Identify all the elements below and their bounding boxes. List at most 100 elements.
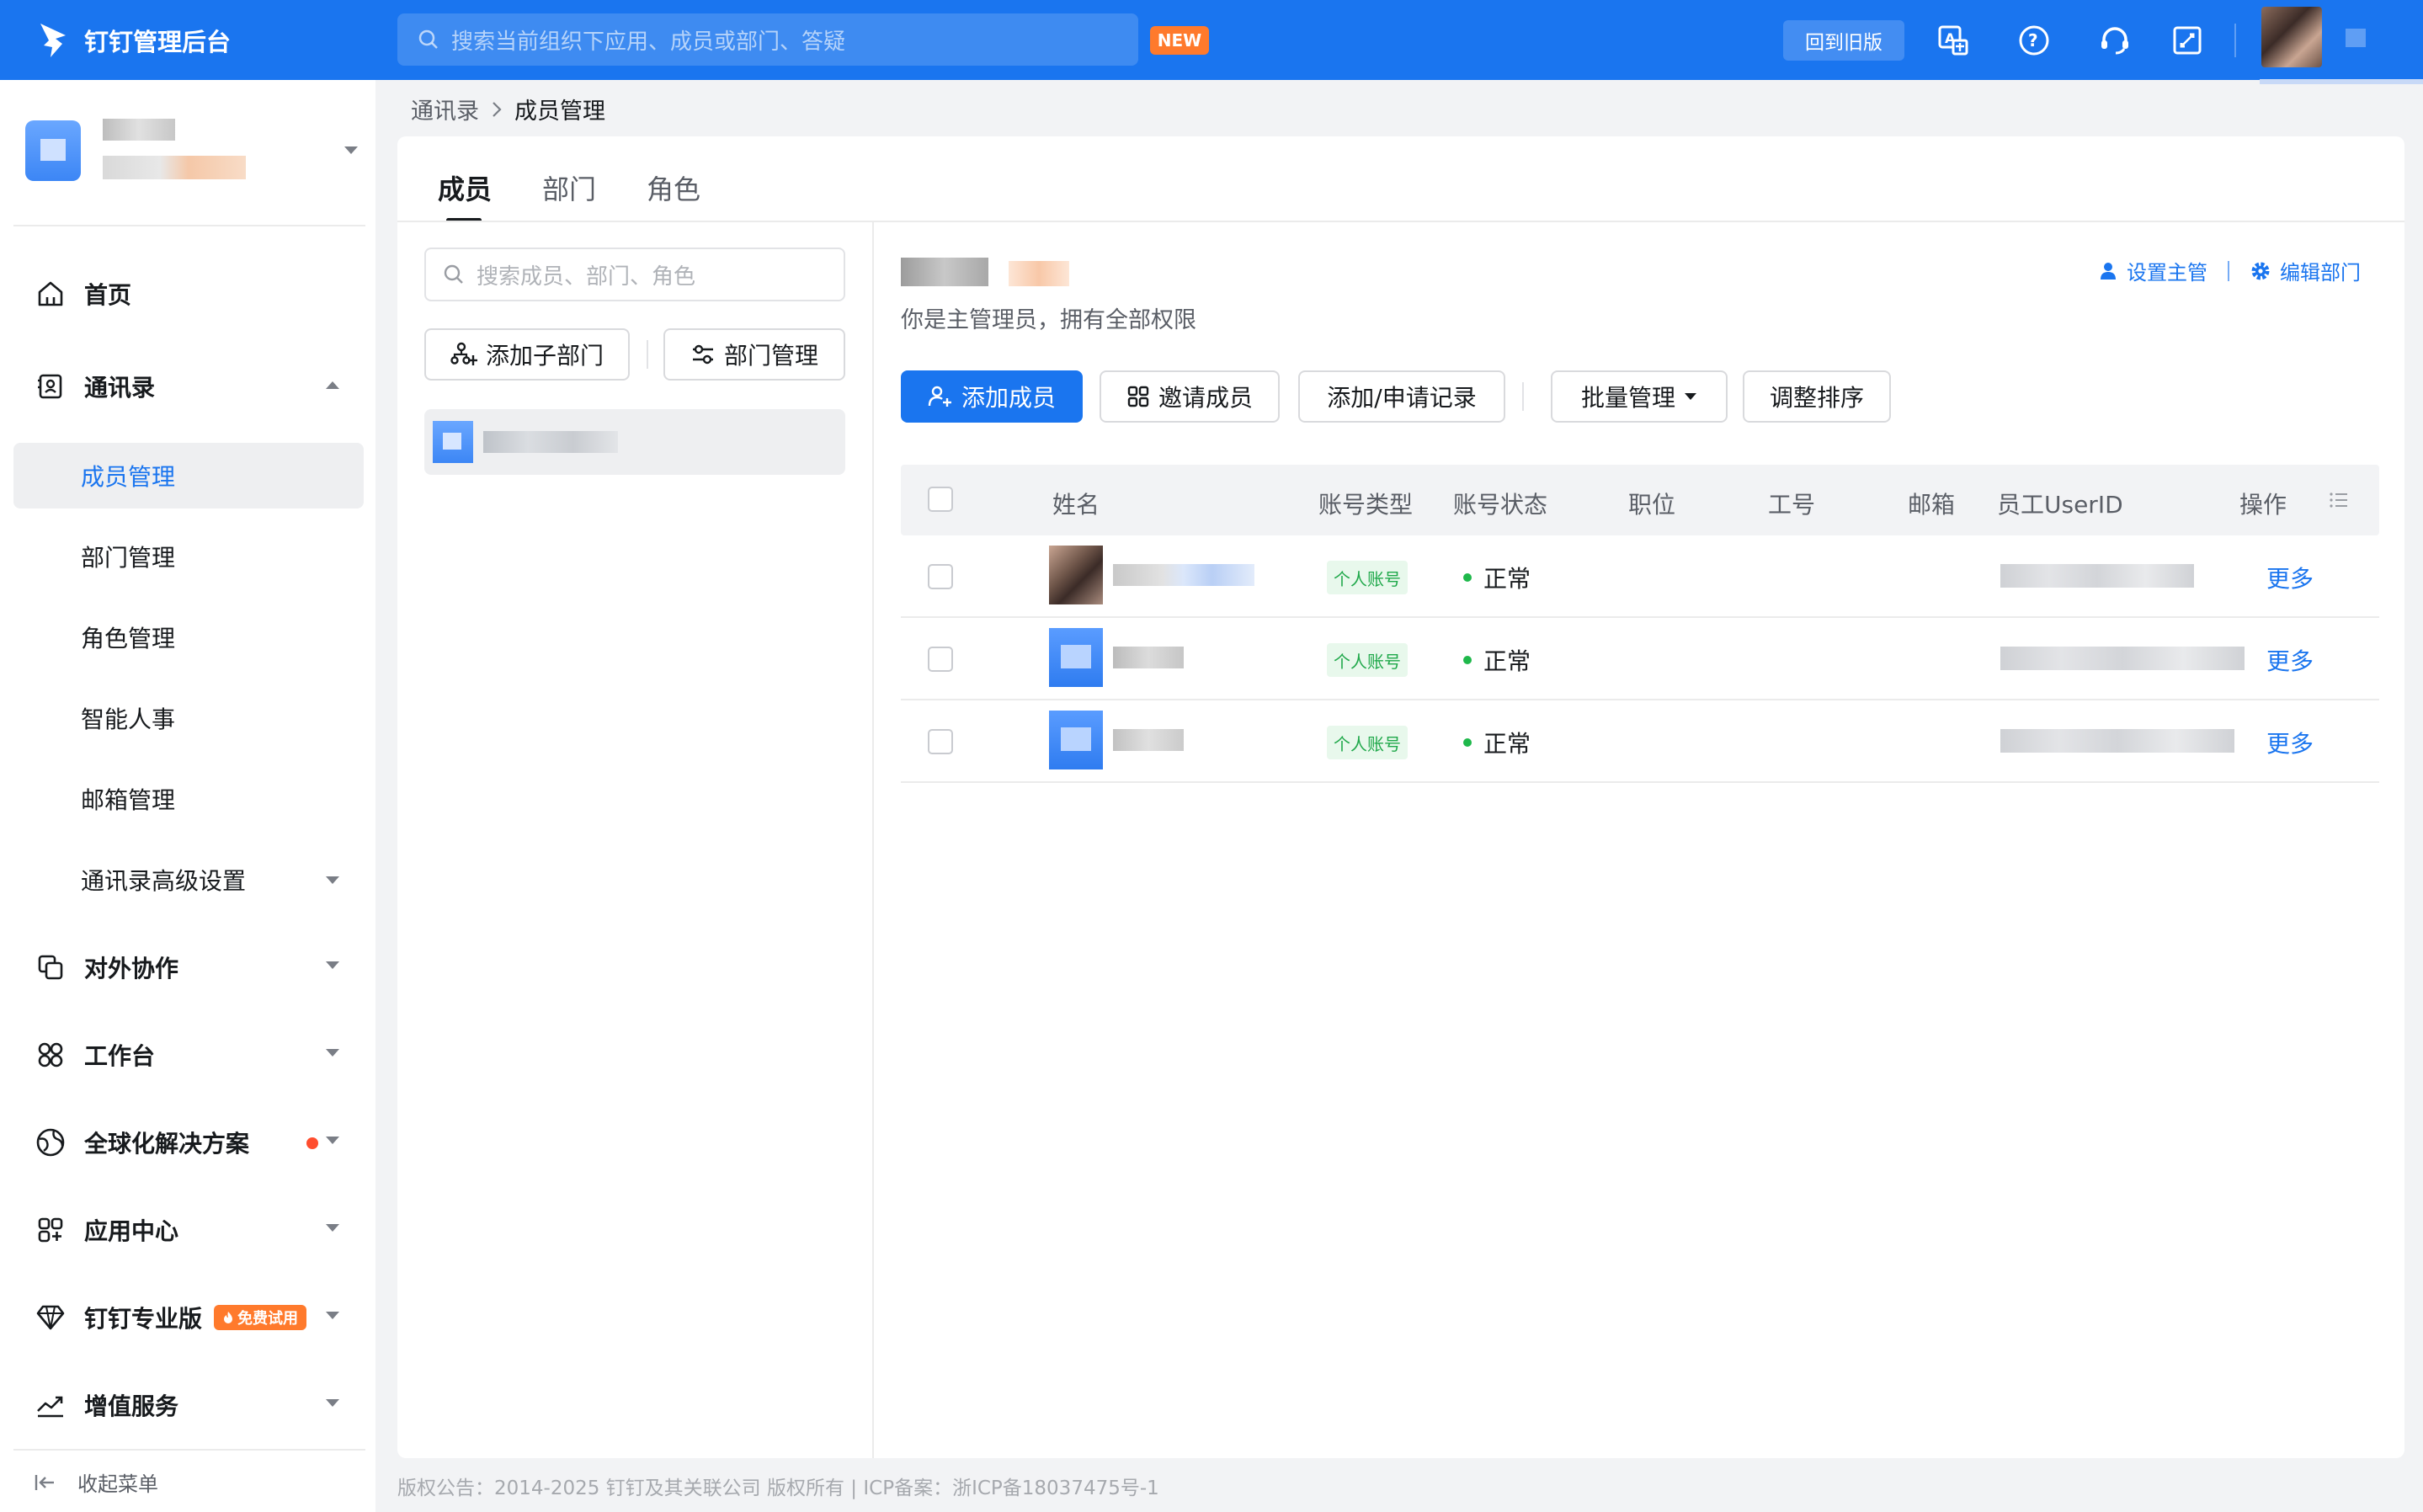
caret-up-icon [326,381,339,389]
top-bar: 钉钉管理后台 搜索当前组织下应用、成员或部门、答疑 NEW 回到旧版 A ? [0,0,2423,84]
sidebar-item-smart-hr[interactable]: 智能人事 [13,685,364,751]
contacts-icon [34,370,67,403]
new-badge: NEW [1150,26,1209,55]
dept-tag-redacted [1009,261,1069,286]
add-member-label: 添加成员 [961,384,1056,412]
fire-icon [224,1312,233,1323]
help-icon[interactable]: ? [2016,22,2053,59]
tree-node-root[interactable] [424,409,845,475]
caret-down-icon [326,1312,339,1319]
column-header-userid[interactable]: 员工UserID [1997,487,2123,520]
tab-departments[interactable]: 部门 [542,160,596,227]
caret-down-icon [326,1399,339,1407]
caret-down-icon [326,1224,339,1232]
dept-manage-button[interactable]: 部门管理 [663,328,845,381]
back-to-old-version-button[interactable]: 回到旧版 [1783,20,1904,61]
global-search-input[interactable]: 搜索当前组织下应用、成员或部门、答疑 [397,13,1138,66]
org-name-redacted [103,119,175,141]
sidebar-item-global-solution[interactable]: 全球化解决方案 [13,1110,364,1174]
edit-dept-link[interactable]: 编辑部门 [2250,256,2361,285]
more-link[interactable]: 更多 [2266,726,2314,759]
table-row[interactable]: 个人账号 正常 更多 [901,700,2379,783]
add-member-button[interactable]: 添加成员 [901,370,1083,423]
sidebar-item-value-added[interactable]: 增值服务 [13,1373,364,1437]
sidebar-item-contacts-advanced[interactable]: 通讯录高级设置 [13,847,364,913]
batch-manage-dropdown[interactable]: 批量管理 [1551,370,1728,423]
app-title: 钉钉管理后台 [84,28,232,56]
org-switcher[interactable] [25,115,362,191]
invite-member-button[interactable]: 邀请成员 [1100,370,1280,423]
sidebar-item-app-center[interactable]: 应用中心 [13,1198,364,1262]
caret-down-icon [1685,393,1696,400]
column-header-position[interactable]: 职位 [1628,487,1675,520]
breadcrumb-parent[interactable]: 通讯录 [411,93,479,125]
dept-name-redacted [483,431,618,453]
sidebar-item-dingtalk-pro[interactable]: 钉钉专业版 免费试用 [13,1286,364,1350]
pane-divider [872,222,874,1458]
brand[interactable]: 钉钉管理后台 [37,15,231,66]
tree-search-input[interactable]: 搜索成员、部门、角色 [424,248,845,301]
select-all-checkbox[interactable] [928,487,953,512]
sidebar-item-label: 通讯录 [84,374,156,402]
set-manager-link[interactable]: 设置主管 [2098,256,2207,285]
row-checkbox[interactable] [928,647,953,672]
caret-down-icon [326,961,339,969]
divider [13,1449,365,1451]
sidebar: 首页 通讯录 成员管理 部门管理 角色管理 智能人事 邮箱管理 通讯录高级设置 … [0,80,375,1512]
tree-search-placeholder: 搜索成员、部门、角色 [477,264,696,290]
dept-title-redacted [901,258,988,286]
account-type-badge: 个人账号 [1327,561,1408,594]
more-link[interactable]: 更多 [2266,561,2314,594]
settings-sliders-icon [692,344,713,365]
status-dot [1463,656,1472,664]
sidebar-item-home[interactable]: 首页 [13,262,364,326]
row-checkbox[interactable] [928,729,953,754]
add-apply-records-button[interactable]: 添加/申请记录 [1298,370,1505,423]
more-link[interactable]: 更多 [2266,643,2314,677]
free-trial-badge: 免费试用 [214,1305,307,1330]
member-name-redacted [1113,564,1254,586]
caret-down-icon [326,1137,339,1144]
column-settings-icon[interactable] [2329,490,2349,510]
table-header: 姓名 账号类型 账号状态 职位 工号 邮箱 员工UserID 操作 [901,465,2379,535]
fullscreen-icon[interactable] [2169,22,2206,59]
button-divider [647,340,648,369]
global-search-placeholder: 搜索当前组织下应用、成员或部门、答疑 [451,29,846,55]
sidebar-item-external-collab[interactable]: 对外协作 [13,935,364,999]
tab-members[interactable]: 成员 [438,160,492,227]
user-avatar[interactable] [2261,7,2322,67]
sidebar-item-workbench[interactable]: 工作台 [13,1023,364,1087]
add-sub-dept-button[interactable]: 添加子部门 [424,328,630,381]
member-name-redacted [1113,647,1184,668]
sidebar-item-label: 对外协作 [84,955,179,982]
tabs-divider [397,221,2404,222]
caret-down-icon [326,1049,339,1057]
translate-icon[interactable]: A [1935,22,1972,59]
column-header-name[interactable]: 姓名 [1052,487,1100,520]
tab-roles[interactable]: 角色 [647,160,700,227]
breadcrumb: 通讯录 成员管理 [411,93,605,125]
member-name-redacted [1113,729,1184,751]
divider [13,225,365,226]
table-row[interactable]: 个人账号 正常 更多 [901,535,2379,618]
column-header-employee-no[interactable]: 工号 [1768,487,1815,520]
table-row[interactable]: 个人账号 正常 更多 [901,618,2379,700]
collapse-icon [35,1474,54,1490]
avatar [1049,711,1103,769]
row-checkbox[interactable] [928,564,953,589]
adjust-sort-button[interactable]: 调整排序 [1743,370,1891,423]
sidebar-item-role-management[interactable]: 角色管理 [13,604,364,670]
status-dot [1463,738,1472,747]
customer-service-icon[interactable] [2096,22,2133,59]
org-add-icon [450,342,477,365]
sidebar-item-mail-management[interactable]: 邮箱管理 [13,766,364,832]
column-header-account-status[interactable]: 账号状态 [1453,487,1547,520]
sidebar-item-member-management[interactable]: 成员管理 [13,443,364,508]
column-header-account-type[interactable]: 账号类型 [1318,487,1413,520]
sidebar-item-dept-management[interactable]: 部门管理 [13,524,364,589]
dept-actions: 设置主管 编辑部门 [2098,256,2361,285]
column-header-email[interactable]: 邮箱 [1908,487,1955,520]
collapse-menu-button[interactable]: 收起菜单 [34,1467,158,1497]
sidebar-item-contacts[interactable]: 通讯录 [13,354,364,418]
sidebar-item-label: 全球化解决方案 [84,1130,250,1158]
